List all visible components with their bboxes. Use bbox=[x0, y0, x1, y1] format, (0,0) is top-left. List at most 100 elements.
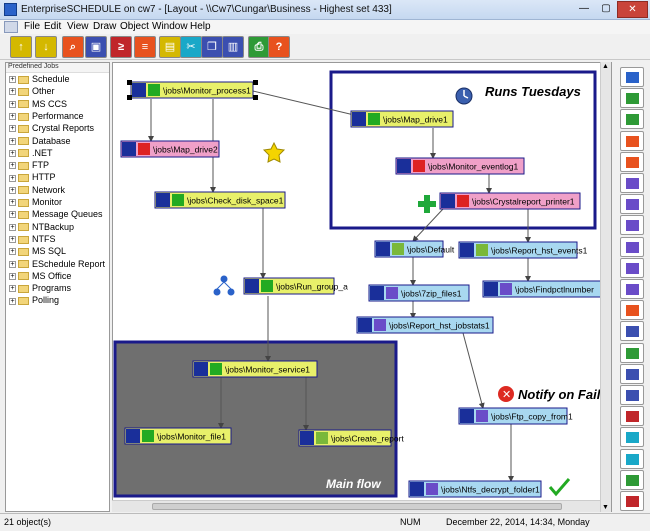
menu-view[interactable]: View bbox=[67, 21, 89, 32]
clock2-tool-button[interactable] bbox=[620, 448, 644, 469]
expand-icon[interactable]: + bbox=[9, 297, 16, 305]
expand-icon[interactable]: + bbox=[9, 223, 16, 231]
expand-icon[interactable]: + bbox=[9, 149, 16, 157]
job-node[interactable]: \jobs\Ftp_copy_from1 bbox=[458, 407, 573, 425]
close-button[interactable]: ✕ bbox=[617, 1, 648, 18]
tree-item[interactable]: + Polling bbox=[9, 295, 59, 307]
expand-icon[interactable]: + bbox=[9, 248, 16, 256]
expand-icon[interactable]: + bbox=[9, 272, 16, 280]
job-node[interactable]: \jobs\Report_hst_jobstats1 bbox=[356, 316, 494, 334]
rectangle-tool-button[interactable] bbox=[620, 194, 644, 215]
job-tree[interactable]: Predefined Jobs + Schedule + Other + MS CCS + P… bbox=[5, 62, 110, 512]
tree-item[interactable]: + Programs bbox=[9, 283, 71, 295]
tree-item[interactable]: + NTFS bbox=[9, 234, 56, 246]
tree-item[interactable]: + MS SQL bbox=[9, 246, 66, 258]
tree-item[interactable]: + Performance bbox=[9, 111, 84, 123]
tree-item[interactable]: + .NET bbox=[9, 148, 53, 160]
tree-item[interactable]: + Monitor bbox=[9, 197, 62, 209]
expand-icon[interactable]: + bbox=[9, 113, 16, 121]
job-node[interactable]: \jobs\Map_drive1 bbox=[350, 110, 454, 128]
chart-tool-button[interactable] bbox=[620, 406, 644, 427]
job-node[interactable]: \jobs\Check_disk_space1 bbox=[154, 191, 286, 209]
copy-button[interactable]: ❐ bbox=[201, 36, 223, 58]
program-tool-button[interactable] bbox=[620, 363, 644, 384]
add-group-tool-button[interactable] bbox=[620, 109, 644, 130]
tree-item[interactable]: + Message Queues bbox=[9, 209, 103, 221]
help-button[interactable]: ? bbox=[268, 36, 290, 58]
job-node[interactable]: \jobs\Findpctlnumber bbox=[482, 280, 602, 298]
list-tool-button[interactable] bbox=[620, 321, 644, 342]
link-tool-button[interactable] bbox=[620, 300, 644, 321]
expand-icon[interactable]: + bbox=[9, 137, 16, 145]
job-node[interactable]: \jobs\7zip_files1 bbox=[368, 284, 470, 302]
job-node[interactable]: \jobs\Monitor_file1 bbox=[124, 427, 232, 445]
menu-draw[interactable]: Draw bbox=[93, 21, 116, 32]
job-node[interactable]: \jobs\Monitor_eventlog1 bbox=[395, 157, 525, 175]
job-node[interactable]: \jobs\Monitor_process1 bbox=[130, 81, 254, 99]
flow-diagram[interactable]: Runs Tuesdays Main flow \jobs\Monitor_pr… bbox=[113, 63, 612, 512]
run-tool-button[interactable] bbox=[620, 342, 644, 363]
document-icon[interactable] bbox=[4, 21, 18, 33]
layout-canvas[interactable]: Runs Tuesdays Main flow \jobs\Monitor_pr… bbox=[112, 62, 612, 512]
menu-help[interactable]: Help bbox=[190, 21, 211, 32]
add-job-tool-button[interactable] bbox=[620, 88, 644, 109]
menu-edit[interactable]: Edit bbox=[44, 21, 61, 32]
tree-item[interactable]: + HTTP bbox=[9, 172, 56, 184]
tree-item[interactable]: + Network bbox=[9, 185, 65, 197]
cut-button[interactable]: ✂ bbox=[180, 36, 202, 58]
text-tool-button[interactable] bbox=[620, 279, 644, 299]
line-tool-button[interactable] bbox=[620, 173, 644, 193]
expand-icon[interactable]: + bbox=[9, 199, 16, 207]
triangle-tool-button[interactable] bbox=[620, 257, 644, 278]
menu-object[interactable]: Object bbox=[120, 21, 149, 32]
tree-item[interactable]: + MS CCS bbox=[9, 99, 67, 111]
tree-item[interactable]: + Other bbox=[9, 86, 55, 98]
horizontal-scroll-thumb[interactable] bbox=[152, 503, 562, 510]
monitor-button[interactable]: ▣ bbox=[85, 36, 107, 58]
paste-button[interactable]: ▥ bbox=[222, 36, 244, 58]
job-node[interactable]: \jobs\Create_report bbox=[298, 429, 404, 447]
maximize-button[interactable]: ▢ bbox=[595, 1, 617, 18]
tree-item[interactable]: + NTBackup bbox=[9, 222, 74, 234]
expand-icon[interactable]: + bbox=[9, 100, 16, 108]
schedule-button[interactable]: ▤ bbox=[159, 36, 181, 58]
minimize-button[interactable]: — bbox=[573, 1, 595, 18]
expand-icon[interactable]: + bbox=[9, 211, 16, 219]
ellipse-tool-button[interactable] bbox=[620, 236, 644, 257]
menu-window[interactable]: Window bbox=[152, 21, 188, 32]
job-node[interactable]: \jobs\Monitor_service1 bbox=[192, 360, 318, 378]
expand-icon[interactable]: + bbox=[9, 162, 16, 170]
scroll-down-icon[interactable]: ▼ bbox=[602, 504, 609, 511]
print-button[interactable]: ⎙ bbox=[248, 36, 270, 58]
clock-tool-button[interactable] bbox=[620, 427, 644, 448]
tree-item[interactable]: + FTP bbox=[9, 160, 49, 172]
vertical-scrollbar[interactable]: ▲ ▼ bbox=[600, 62, 611, 512]
open-layout-button[interactable]: ↑ bbox=[10, 36, 32, 58]
timer-tool-button[interactable] bbox=[620, 469, 644, 490]
save-layout-button[interactable]: ↓ bbox=[35, 36, 57, 58]
expand-icon[interactable]: + bbox=[9, 174, 16, 182]
report-button[interactable]: ≡ bbox=[134, 36, 156, 58]
console-button[interactable]: ≥ bbox=[110, 36, 132, 58]
add-report-tool-button[interactable] bbox=[620, 130, 644, 151]
tree-item[interactable]: + Database bbox=[9, 136, 71, 148]
tree-item[interactable]: + MS Office bbox=[9, 271, 71, 283]
calendar-tool-button[interactable] bbox=[620, 491, 644, 511]
menu-file[interactable]: File bbox=[24, 21, 40, 32]
expand-icon[interactable]: + bbox=[9, 88, 16, 96]
tree-item[interactable]: + ESchedule Report bbox=[9, 259, 105, 271]
monitor-tool-button[interactable] bbox=[620, 385, 644, 405]
pointer-tool-button[interactable] bbox=[620, 67, 644, 87]
tree-item[interactable]: + Crystal Reports bbox=[9, 123, 94, 135]
rounded-rect-tool-button[interactable] bbox=[620, 215, 644, 236]
job-node[interactable]: \jobs\Run_group_a bbox=[243, 277, 348, 295]
expand-icon[interactable]: + bbox=[9, 125, 16, 133]
scroll-up-icon[interactable]: ▲ bbox=[602, 63, 609, 70]
expand-icon[interactable]: + bbox=[9, 236, 16, 244]
expand-icon[interactable]: + bbox=[9, 76, 16, 84]
tree-item[interactable]: + Schedule bbox=[9, 74, 70, 86]
find-button[interactable]: ⌕ bbox=[62, 36, 84, 58]
job-node[interactable]: \jobs\Crystalreport_printer1 bbox=[439, 192, 581, 210]
expand-icon[interactable]: + bbox=[9, 186, 16, 194]
job-node[interactable]: \jobs\Report_hst_events1 bbox=[458, 241, 588, 259]
